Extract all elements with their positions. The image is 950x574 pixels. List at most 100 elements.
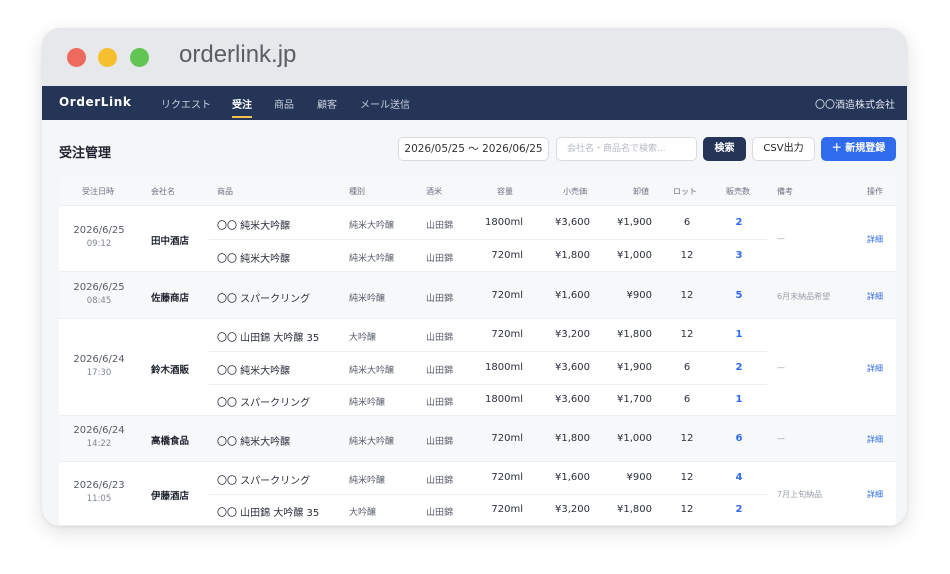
header-volume[interactable]: 容量: [497, 186, 513, 197]
sales-count[interactable]: 2: [729, 217, 749, 228]
retail-price: ¥3,200: [555, 329, 590, 341]
volume: 720ml: [491, 433, 523, 444]
wholesale-price: ¥1,800: [617, 329, 652, 341]
detail-link[interactable]: 詳細: [867, 489, 883, 500]
orders-table: 受注日時 会社名 商品 種別 酒米 容量 小売価 卸値 ロット 販売数 備考 操…: [59, 176, 896, 526]
wholesale-price: ¥1,900: [617, 216, 652, 228]
header-rice[interactable]: 酒米: [426, 186, 442, 197]
product-type: 大吟醸: [349, 508, 377, 518]
nav-item-orders[interactable]: 受注: [232, 96, 252, 118]
product-type: 大吟醸: [349, 333, 377, 344]
note-cell: —: [777, 434, 785, 443]
header-wholesale-price[interactable]: 卸値: [633, 186, 649, 197]
order-group[interactable]: 2026/6/25 08:45 佐藤商店 6月末納品希望 詳細 〇〇 スパークリング 純米吟…: [59, 272, 896, 319]
header-product[interactable]: 商品: [217, 186, 233, 197]
product-name: 〇〇 純米大吟醸: [217, 220, 291, 232]
main-content: 受注管理 2026/05/25 〜 2026/06/25 会社名・商品名で検索.…: [42, 120, 907, 526]
header-lot[interactable]: ロット: [673, 186, 697, 197]
volume: 1800ml: [485, 393, 523, 405]
note-cell: —: [777, 234, 785, 243]
rice-type: 山田錦: [426, 397, 454, 408]
order-date: 2026/6/24: [73, 353, 125, 365]
company-name-cell: 鈴木酒販: [151, 364, 190, 376]
rice-type: 山田錦: [426, 253, 454, 264]
lot-size: 12: [680, 329, 694, 341]
retail-price: ¥1,600: [555, 289, 590, 301]
rice-type: 山田錦: [426, 220, 454, 231]
header-retail-price[interactable]: 小売価: [563, 186, 587, 197]
nav-item-products[interactable]: 商品: [274, 96, 294, 111]
table-header: 受注日時 会社名 商品 種別 酒米 容量 小売価 卸値 ロット 販売数 備考 操…: [59, 176, 896, 206]
nav-item-requests[interactable]: リクエスト: [161, 96, 211, 111]
lot-size: 12: [680, 289, 694, 301]
close-window-button[interactable]: [67, 48, 86, 67]
browser-titlebar: orderlink.jp: [42, 28, 907, 86]
csv-export-button[interactable]: CSV出力: [752, 137, 815, 161]
order-time: 14:22: [86, 439, 112, 449]
sales-count[interactable]: 6: [729, 433, 749, 444]
company-name-cell: 伊藤酒店: [151, 491, 190, 502]
order-time: 11:05: [86, 494, 112, 504]
lot-size: 6: [683, 393, 691, 405]
lot-size: 12: [680, 472, 694, 483]
new-order-button[interactable]: ＋ 新規登録: [821, 137, 896, 161]
company-name-cell: 田中酒店: [151, 236, 190, 247]
product-name: 〇〇 純米大吟醸: [217, 437, 291, 448]
header-note[interactable]: 備考: [777, 186, 793, 197]
rice-type: 山田錦: [426, 476, 454, 486]
search-input[interactable]: 会社名・商品名で検索...: [556, 137, 697, 161]
volume: 720ml: [491, 249, 523, 261]
sales-count[interactable]: 2: [729, 362, 749, 373]
sales-count[interactable]: 1: [729, 329, 749, 340]
rice-type: 山田錦: [426, 508, 454, 518]
sales-count[interactable]: 2: [729, 504, 749, 515]
header-action: 操作: [867, 187, 883, 196]
lot-size: 6: [683, 361, 691, 373]
nav-item-customers[interactable]: 顧客: [317, 96, 337, 111]
sales-count[interactable]: 1: [729, 394, 749, 405]
detail-link[interactable]: 詳細: [867, 234, 883, 245]
header-company[interactable]: 会社名: [151, 186, 175, 197]
retail-price: ¥3,600: [555, 393, 590, 405]
search-button[interactable]: 検索: [703, 137, 746, 161]
row-divider: [209, 383, 767, 385]
page-title: 受注管理: [59, 146, 112, 161]
sales-count[interactable]: 4: [729, 472, 749, 483]
retail-price: ¥1,600: [555, 472, 590, 483]
wholesale-price: ¥1,000: [617, 433, 652, 444]
volume: 1800ml: [485, 361, 523, 373]
detail-link[interactable]: 詳細: [867, 291, 883, 302]
company-name-cell: 佐藤商店: [151, 292, 190, 304]
detail-link[interactable]: 詳細: [867, 434, 883, 445]
company-name[interactable]: 〇〇酒造株式会社: [815, 96, 895, 111]
header-order-datetime[interactable]: 受注日時: [82, 186, 114, 197]
sales-count[interactable]: 3: [729, 250, 749, 261]
product-name: 〇〇 スパークリング: [217, 293, 311, 305]
order-group[interactable]: 2026/6/23 11:05 伊藤酒店 7月上旬納品 詳細 〇〇 スパークリング 純米吟醸…: [59, 462, 896, 526]
volume: 720ml: [491, 329, 523, 341]
minimize-window-button[interactable]: [98, 48, 117, 67]
note-cell: 7月上旬納品: [777, 490, 823, 499]
sales-count[interactable]: 5: [729, 290, 749, 301]
order-time: 17:30: [86, 367, 112, 378]
order-group[interactable]: 2026/6/25 09:12 田中酒店 — 詳細 〇〇 純米大吟醸 純米大吟醸 山田錦 180…: [59, 206, 896, 272]
nav-item-mail[interactable]: メール送信: [360, 96, 410, 111]
wholesale-price: ¥900: [626, 472, 652, 483]
maximize-window-button[interactable]: [130, 48, 149, 67]
product-name: 〇〇 純米大吟醸: [217, 253, 291, 265]
retail-price: ¥1,800: [555, 249, 590, 261]
detail-link[interactable]: 詳細: [867, 363, 883, 374]
retail-price: ¥3,600: [555, 216, 590, 228]
product-name: 〇〇 スパークリング: [217, 397, 311, 409]
volume: 720ml: [491, 289, 523, 301]
address-bar-url[interactable]: orderlink.jp: [179, 41, 296, 69]
volume: 720ml: [491, 504, 523, 515]
header-sales[interactable]: 販売数: [726, 186, 750, 197]
order-time: 08:45: [86, 295, 112, 306]
order-date: 2026/6/25: [73, 281, 125, 293]
order-group[interactable]: 2026/6/24 14:22 高橋食品 — 詳細 〇〇 純米大吟醸 純米大吟醸 山田錦 720…: [59, 416, 896, 462]
brand-logo[interactable]: OrderLink: [59, 95, 131, 109]
date-range-picker[interactable]: 2026/05/25 〜 2026/06/25: [398, 137, 549, 161]
header-type[interactable]: 種別: [349, 186, 365, 197]
order-group[interactable]: 2026/6/24 17:30 鈴木酒販 — 詳細 〇〇 山田錦 大吟醸 35 大吟醸 山田錦…: [59, 319, 896, 416]
